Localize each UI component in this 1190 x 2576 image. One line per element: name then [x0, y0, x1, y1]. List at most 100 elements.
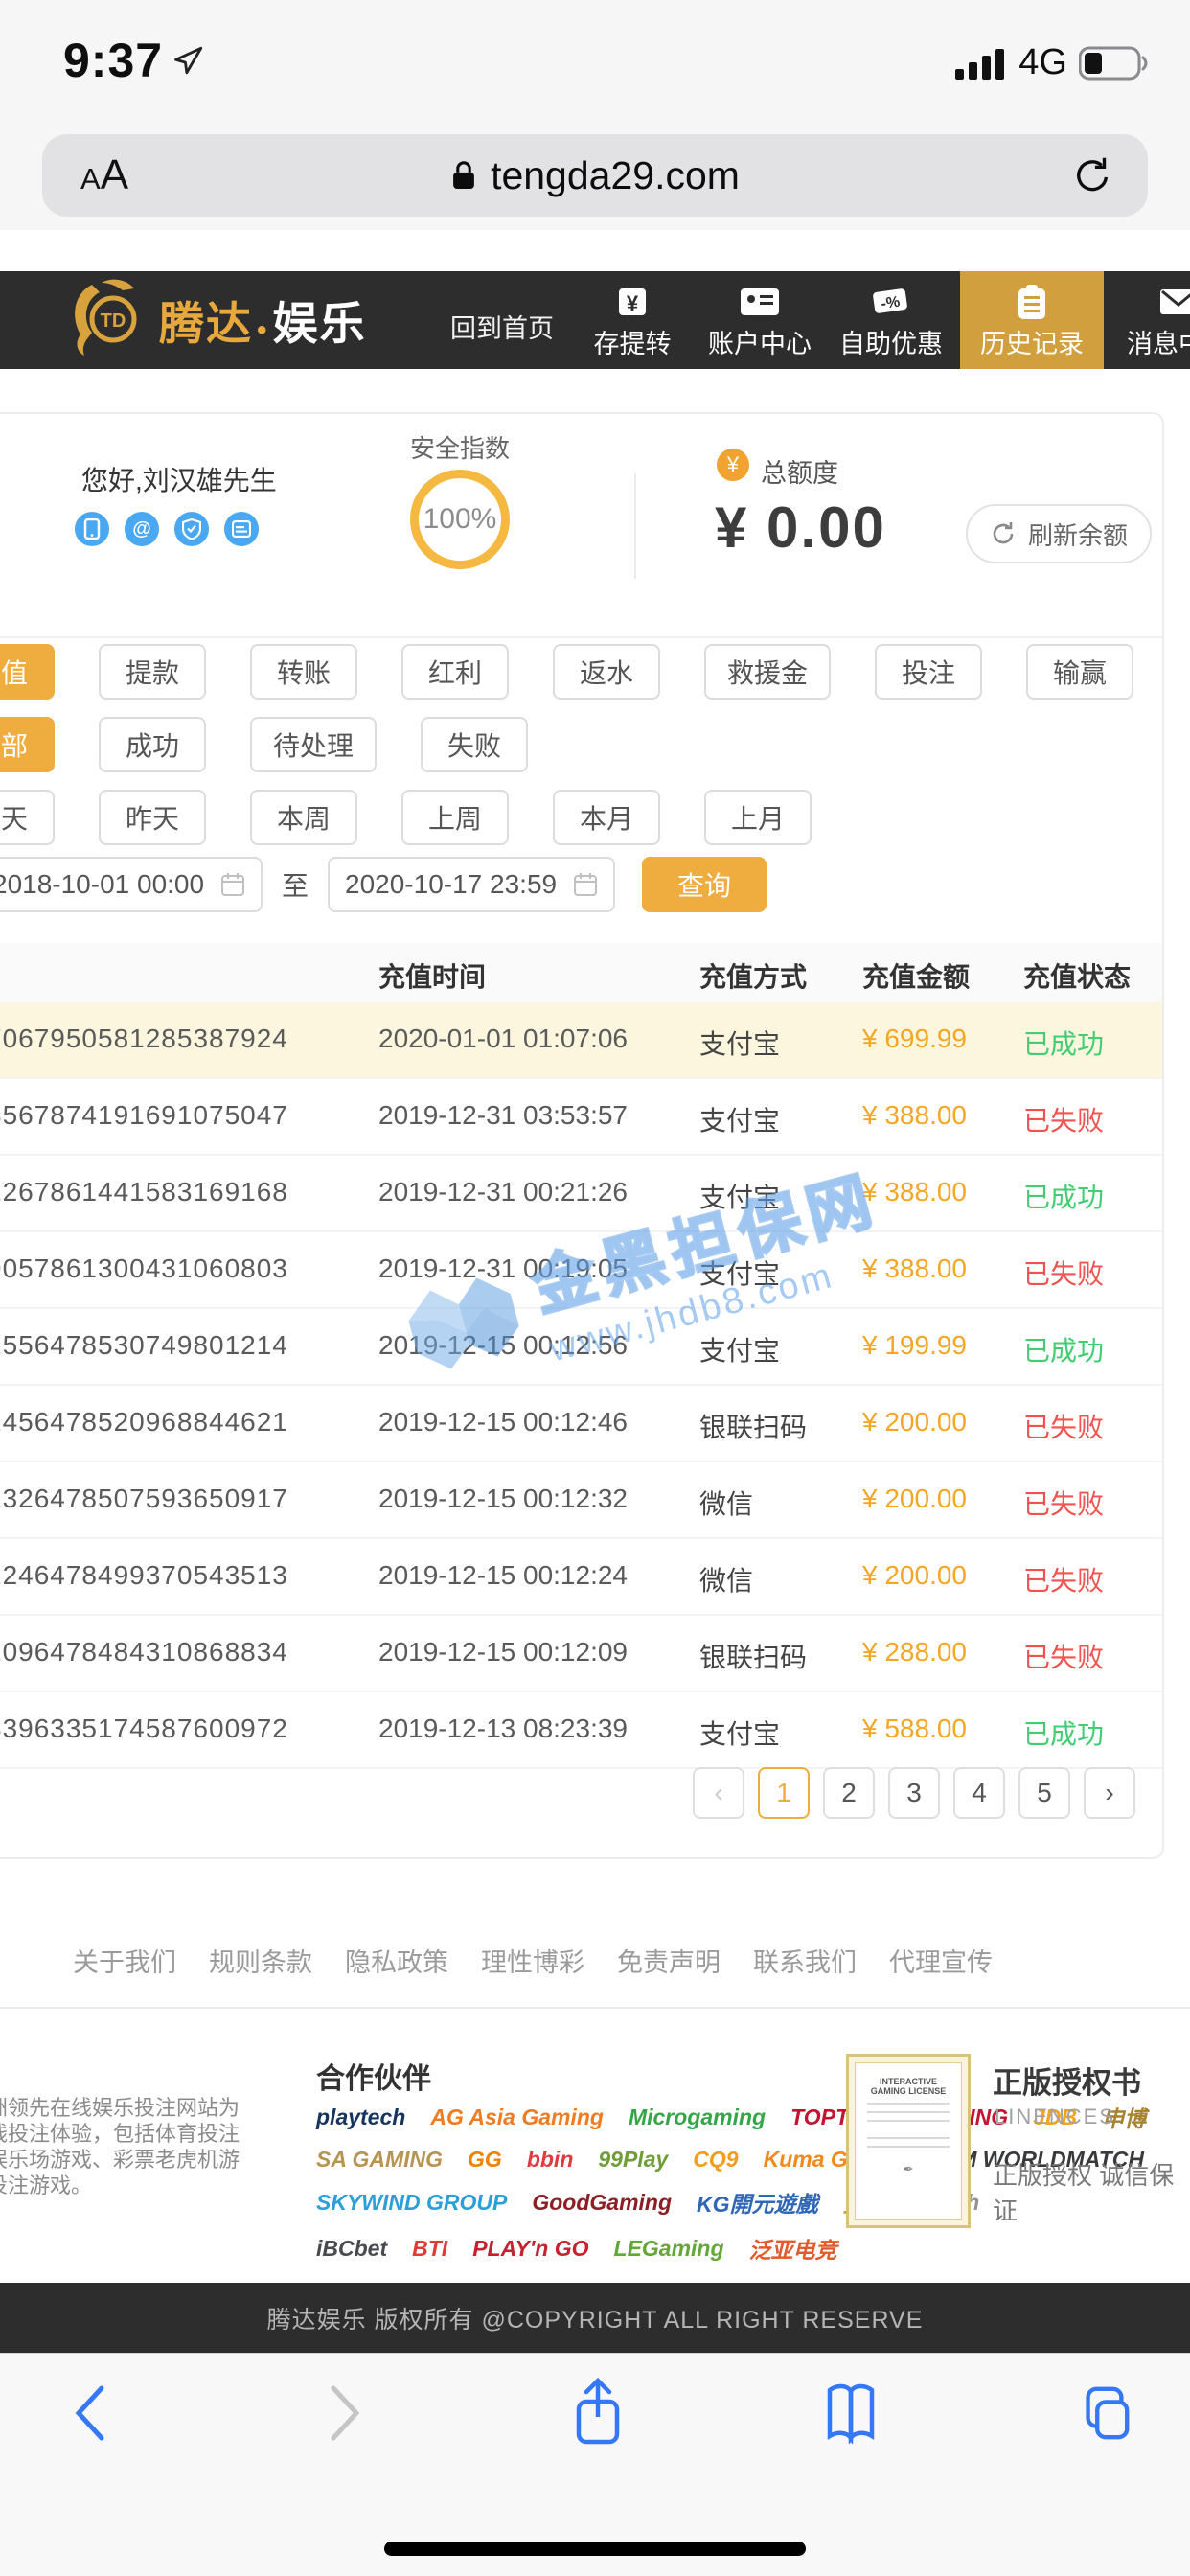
- table-row[interactable]: 3567874191691075047 2019-12-31 03:53:57 …: [0, 1079, 1162, 1156]
- tabs-button[interactable]: [1069, 2377, 1138, 2450]
- partner-logo: SKYWIND GROUP: [316, 2190, 507, 2216]
- page-button[interactable]: ›: [1084, 1767, 1135, 1819]
- filter-status-button[interactable]: 全部: [0, 717, 55, 772]
- table-row[interactable]: 1267861441583169168 2019-12-31 00:21:26 …: [0, 1156, 1162, 1232]
- reload-button[interactable]: [1071, 153, 1115, 202]
- table-row[interactable]: 2456478520968844621 2019-12-15 00:12:46 …: [0, 1386, 1162, 1462]
- partner-logo: KG開元遊戲: [697, 2186, 818, 2219]
- filter-type-button[interactable]: 提款: [99, 644, 206, 700]
- share-button[interactable]: [563, 2377, 632, 2450]
- filter-type-button[interactable]: 救援金: [704, 644, 831, 700]
- footer-link[interactable]: 免责声明: [617, 1942, 721, 1979]
- pagination: ‹ 12345 ›: [693, 1767, 1135, 1819]
- order-number: 2096478484310868834: [0, 1637, 288, 1668]
- quick-date-button[interactable]: 上周: [401, 790, 509, 845]
- quick-date-button[interactable]: 昨天: [99, 790, 206, 845]
- recharge-method: 微信: [699, 1560, 753, 1598]
- recharge-amount: ¥ 699.99: [862, 1024, 967, 1054]
- reader-button[interactable]: AA: [80, 151, 128, 199]
- table-row[interactable]: 3396335174587600972 2019-12-13 08:23:39 …: [0, 1692, 1162, 1769]
- recharge-status: 已成功: [1023, 1330, 1104, 1368]
- filter-type-button[interactable]: 转账: [250, 644, 357, 700]
- filter-type-button[interactable]: 投注: [875, 644, 982, 700]
- order-number: 9057861300431060803: [0, 1254, 288, 1284]
- filter-type-button[interactable]: 输赢: [1026, 644, 1133, 700]
- date-to-input[interactable]: 2020-10-17 23:59: [328, 857, 615, 912]
- query-button[interactable]: 查询: [642, 857, 767, 912]
- table-row[interactable]: 2556478530749801214 2019-12-15 00:12:56 …: [0, 1309, 1162, 1386]
- partner-logo: Microgaming: [629, 2104, 766, 2130]
- footer-link[interactable]: 代理宣传: [889, 1942, 993, 1979]
- filter-type-button[interactable]: 充值: [0, 644, 55, 700]
- table-row[interactable]: 2326478507593650917 2019-12-15 00:12:32 …: [0, 1462, 1162, 1539]
- filter-status-button[interactable]: 成功: [99, 717, 206, 772]
- table-row[interactable]: 2096478484310868834 2019-12-15 00:12:09 …: [0, 1616, 1162, 1692]
- header-recharge-method: 充值方式: [699, 956, 807, 995]
- back-button[interactable]: [56, 2377, 125, 2450]
- page-button[interactable]: 2: [823, 1767, 875, 1819]
- table-row[interactable]: 2246478499370543513 2019-12-15 00:12:24 …: [0, 1539, 1162, 1616]
- header-recharge-status: 充值状态: [1023, 956, 1131, 995]
- footer-link[interactable]: 理性博彩: [481, 1942, 584, 1979]
- partner-logo: SA GAMING: [316, 2147, 443, 2173]
- nav-item-deposit-transfer[interactable]: ¥ 存提转: [561, 271, 704, 369]
- quick-date-button[interactable]: 今天: [0, 790, 55, 845]
- recharge-method: 微信: [699, 1484, 753, 1522]
- order-number: 1267861441583169168: [0, 1177, 288, 1208]
- nav-item-history[interactable]: 历史记录: [960, 271, 1104, 369]
- filter-status-button[interactable]: 失败: [421, 717, 528, 772]
- filter-type-row: 充值提款转账红利返水救援金投注输赢: [0, 644, 1133, 700]
- signal-bars-icon: [955, 46, 1007, 80]
- url-host[interactable]: tengda29.com: [450, 153, 740, 198]
- phone-verified-icon: [75, 512, 109, 546]
- table-row[interactable]: 7067950581285387924 2020-01-01 01:07:06 …: [0, 1002, 1162, 1079]
- svg-text:-%: -%: [880, 294, 901, 313]
- filter-status-button[interactable]: 待处理: [250, 717, 377, 772]
- refresh-balance-button[interactable]: 刷新余额: [966, 504, 1152, 564]
- filter-quick-date-row: 今天昨天本周上周本月上月: [0, 790, 812, 845]
- safari-toolbar: [0, 2353, 1190, 2576]
- date-from-input[interactable]: 2018-10-01 00:00: [0, 857, 263, 912]
- page-button[interactable]: ‹: [693, 1767, 744, 1819]
- network-type: 4G: [1018, 42, 1067, 83]
- footer-divider: [0, 2007, 1190, 2009]
- back-to-home-link[interactable]: 回到首页: [450, 308, 554, 345]
- section-divider: [0, 636, 1162, 638]
- partners-row-4: iBCbetBTIPLAY'n GOLEGaming泛亚电竞: [316, 2232, 987, 2265]
- footer-link[interactable]: 隐私政策: [345, 1942, 448, 1979]
- page-button[interactable]: 4: [953, 1767, 1005, 1819]
- license-title: 正版授权书: [993, 2058, 1141, 2102]
- nav-item-messages[interactable]: 消息中心: [1107, 271, 1190, 369]
- site-logo[interactable]: TD 腾达•娱乐: [63, 275, 367, 363]
- partner-logo: GG: [468, 2147, 502, 2173]
- recharge-method: 支付宝: [699, 1254, 780, 1292]
- recharge-amount: ¥ 200.00: [862, 1407, 967, 1438]
- page-button[interactable]: 5: [1018, 1767, 1070, 1819]
- copyright-text: 腾达娱乐 版权所有 @COPYRIGHT ALL RIGHT RESERVE: [267, 2301, 924, 2335]
- header-recharge-time: 充值时间: [378, 956, 486, 995]
- footer-link[interactable]: 规则条款: [209, 1942, 312, 1979]
- order-number: 2456478520968844621: [0, 1407, 288, 1438]
- quick-date-button[interactable]: 上月: [704, 790, 812, 845]
- dragon-emblem-icon: TD: [63, 275, 151, 363]
- iphone-screen: 9:37 4G AA tengda29.com: [0, 0, 1190, 2576]
- home-indicator[interactable]: [384, 2542, 806, 2556]
- forward-button[interactable]: [310, 2377, 379, 2450]
- location-arrow-icon: [172, 44, 205, 77]
- recharge-status: 已成功: [1023, 1177, 1104, 1215]
- page-button[interactable]: 3: [888, 1767, 940, 1819]
- table-row[interactable]: 9057861300431060803 2019-12-31 00:19:05 …: [0, 1232, 1162, 1309]
- quick-date-button[interactable]: 本月: [553, 790, 660, 845]
- footer-link[interactable]: 联系我们: [753, 1942, 857, 1979]
- calendar-icon: [573, 872, 598, 897]
- nav-item-account-center[interactable]: 账户中心: [688, 271, 832, 369]
- recharge-status: 已失败: [1023, 1254, 1104, 1292]
- quick-date-button[interactable]: 本周: [250, 790, 357, 845]
- address-bar[interactable]: AA tengda29.com: [42, 134, 1148, 217]
- filter-type-button[interactable]: 红利: [401, 644, 509, 700]
- nav-item-promotions[interactable]: -% 自助优惠: [819, 271, 963, 369]
- filter-type-button[interactable]: 返水: [553, 644, 660, 700]
- footer-link[interactable]: 关于我们: [73, 1942, 176, 1979]
- page-button[interactable]: 1: [758, 1767, 810, 1819]
- bookmarks-button[interactable]: [816, 2377, 885, 2450]
